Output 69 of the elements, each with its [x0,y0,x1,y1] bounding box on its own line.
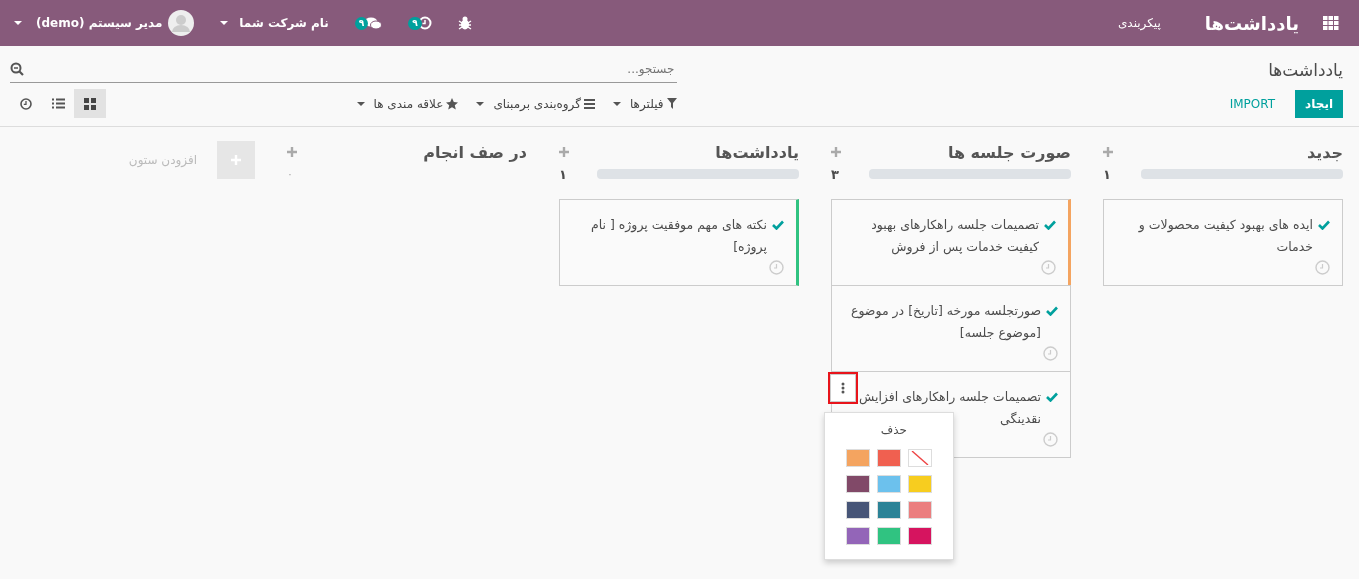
favorites-dropdown[interactable]: علاقه مندی ها [356,96,459,111]
color-swatch[interactable] [846,475,870,493]
clock-icon[interactable] [1043,346,1058,361]
filters-dropdown[interactable]: فیلترها [612,96,677,111]
count-badge: ۹ [354,16,369,30]
color-swatch[interactable] [908,527,932,545]
card-title: ایده های بهبود کیفیت محصولات و خدمات [1137,216,1313,256]
clock-icon[interactable] [1041,260,1056,275]
card-title: صورتجلسه مورخه [تاریخ] در موضوع [موضوع جلسه] [849,302,1041,343]
color-swatch[interactable] [846,527,870,545]
column-title: صورت جلسه ها [947,142,1071,162]
search-icon[interactable] [10,62,24,76]
add-column-button[interactable] [217,141,255,179]
note-card[interactable]: ایده های بهبود کیفیت محصولات و خدمات [1103,199,1343,286]
check-icon [1046,306,1058,316]
column-title: در صف انجام [423,142,527,162]
plus-icon [231,155,241,165]
clock-icon [20,97,32,110]
color-swatch[interactable] [877,449,901,467]
search-field[interactable]: جستجو... [10,56,677,83]
color-swatch[interactable] [877,475,901,493]
color-swatch[interactable] [846,449,870,467]
note-card[interactable]: تصمیمات جلسه راهکارهای بهبود کیفیت خدمات پس از فروش [831,199,1071,286]
star-icon [446,97,459,110]
breadcrumb: یادداشت‌ها [1267,59,1343,80]
count-badge: ۹ [408,16,422,30]
bars-icon [583,98,595,109]
add-icon[interactable] [1103,147,1113,157]
group-by-dropdown[interactable]: گروه‌بندی برمبنای [476,96,595,111]
card-title: تصمیمات جلسه راهکارهای بهبود کیفیت خدمات پس از فروش [870,216,1039,257]
user-menu[interactable]: مدیر سیستم (demo) [14,10,195,36]
funnel-icon [666,98,677,109]
record-count: ۳ [831,166,839,182]
color-swatch[interactable] [908,501,932,519]
grid-icon [84,97,96,110]
column-title: جدید [1306,142,1343,162]
color-swatch[interactable] [908,475,932,493]
clock-icon[interactable] [769,260,784,275]
color-swatch[interactable] [877,527,901,545]
search-input[interactable]: جستجو... [28,61,677,77]
note-card[interactable]: صورتجلسه مورخه [تاریخ] در موضوع [موضوع جلسه] [831,285,1071,372]
menu-item[interactable]: پیکربندی [1117,16,1161,30]
clock-icon[interactable] [1043,432,1058,447]
clock-icon[interactable] [1315,260,1330,275]
add-icon[interactable] [287,147,297,157]
avatar-icon [168,10,195,36]
check-icon [1318,220,1330,230]
color-swatch[interactable] [877,501,901,519]
add-icon[interactable] [559,147,569,157]
record-count: ۱ [1103,166,1111,182]
card-menu-button[interactable] [830,374,856,402]
add-icon[interactable] [831,147,841,157]
check-icon [772,220,784,230]
note-card[interactable]: نکته های مهم موفقیت پروژه [ نام پروژه] [559,199,799,286]
no-color-swatch[interactable] [908,449,932,467]
kebab-icon [841,382,845,394]
kanban-view-button[interactable] [74,89,106,118]
add-column-label: افزودن ستون [128,153,197,167]
check-icon [1044,220,1056,230]
column-title: یادداشت‌ها [715,142,799,162]
card-title: نکته های مهم موفقیت پروژه [ نام پروژه] [589,216,767,257]
check-icon [1046,392,1058,402]
app-title: یادداشت‌ها [1204,12,1299,34]
record-count: ۱ [559,166,567,182]
bug-icon[interactable] [457,16,472,30]
list-icon [51,98,65,109]
color-swatch[interactable] [846,501,870,519]
company-switcher[interactable]: نام شرکت شما [220,16,329,30]
apps-menu-icon[interactable] [1323,16,1339,30]
